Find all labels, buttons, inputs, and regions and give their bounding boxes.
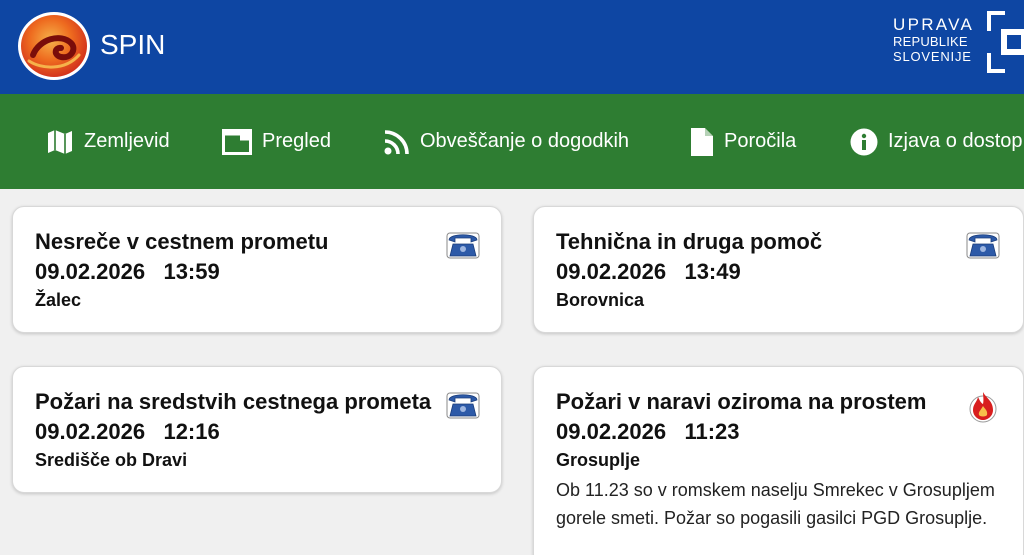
nav-item-label: Izjava o dostop [888,130,1023,152]
map-icon [48,129,72,154]
event-datetime: 09.02.2026 11:23 [556,419,740,445]
event-card[interactable]: Tehnična in druga pomoč 09.02.2026 13:49… [533,206,1024,333]
event-location: Žalec [35,290,82,310]
gov-logo-line3: SLOVENIJE [893,49,972,64]
event-card[interactable]: Požari v naravi oziroma na prostem 09.02… [533,366,1024,555]
top-header: SPIN UPRAVA REPUBLIKE SLOVENIJE [0,0,1024,94]
event-title: Nesreče v cestnem prometu [35,229,329,254]
event-date: 09.02.2026 [35,419,146,444]
rss-icon [384,129,409,154]
event-card[interactable]: Nesreče v cestnem prometu 09.02.2026 13:… [12,206,502,333]
nav-item-label: Poročila [724,130,797,152]
event-time: 12:16 [163,419,220,444]
nav-item-label: Zemljevid [84,130,170,152]
telephone-icon [446,392,480,419]
nav-item-pregled[interactable]: Pregled [222,94,331,189]
gov-logo-line1: UPRAVA [893,15,975,34]
event-datetime: 09.02.2026 12:16 [35,419,220,445]
spin-logo[interactable] [18,12,90,80]
event-title: Požari na sredstvih cestnega prometa [35,389,432,414]
event-date: 09.02.2026 [556,419,667,444]
event-description: Ob 11.23 so v romskem naselju Smrekec v … [556,480,995,528]
nav-item-zemljevid[interactable]: Zemljevid [46,94,170,189]
info-icon [850,128,878,155]
nav-item-izjava[interactable]: Izjava o dostop [850,94,1023,189]
nav-item-label: Pregled [262,130,331,152]
event-location: Središče ob Dravi [35,450,188,470]
main-nav: Zemljevid Pregled Obveščanje o dogodkih … [0,94,1024,189]
event-location: Borovnica [556,290,645,310]
event-datetime: 09.02.2026 13:59 [35,259,220,285]
nav-item-label: Obveščanje o dogodkih [420,130,630,152]
app-title[interactable]: SPIN [100,29,165,61]
gov-mark-icon [987,11,1024,73]
event-title: Tehnična in druga pomoč [556,229,823,254]
event-date: 09.02.2026 [556,259,667,284]
event-date: 09.02.2026 [35,259,146,284]
gov-logo-line2: REPUBLIKE [893,34,968,49]
nav-item-porocila[interactable]: Poročila [690,94,796,189]
event-datetime: 09.02.2026 13:49 [556,259,741,285]
telephone-icon [966,232,1000,259]
nav-item-obvescanje[interactable]: Obveščanje o dogodkih [384,94,629,189]
window-icon [222,128,252,155]
event-title: Požari v naravi oziroma na prostem [556,389,927,414]
telephone-icon [446,232,480,259]
event-card[interactable]: Požari na sredstvih cestnega prometa 09.… [12,366,502,493]
event-location: Grosuplje [556,450,641,470]
event-time: 13:59 [163,259,220,284]
event-time: 13:49 [684,259,741,284]
fire-icon [969,392,997,423]
document-icon [691,127,713,156]
event-time: 11:23 [684,419,740,444]
gov-logo[interactable]: UPRAVA REPUBLIKE SLOVENIJE [893,11,1024,73]
